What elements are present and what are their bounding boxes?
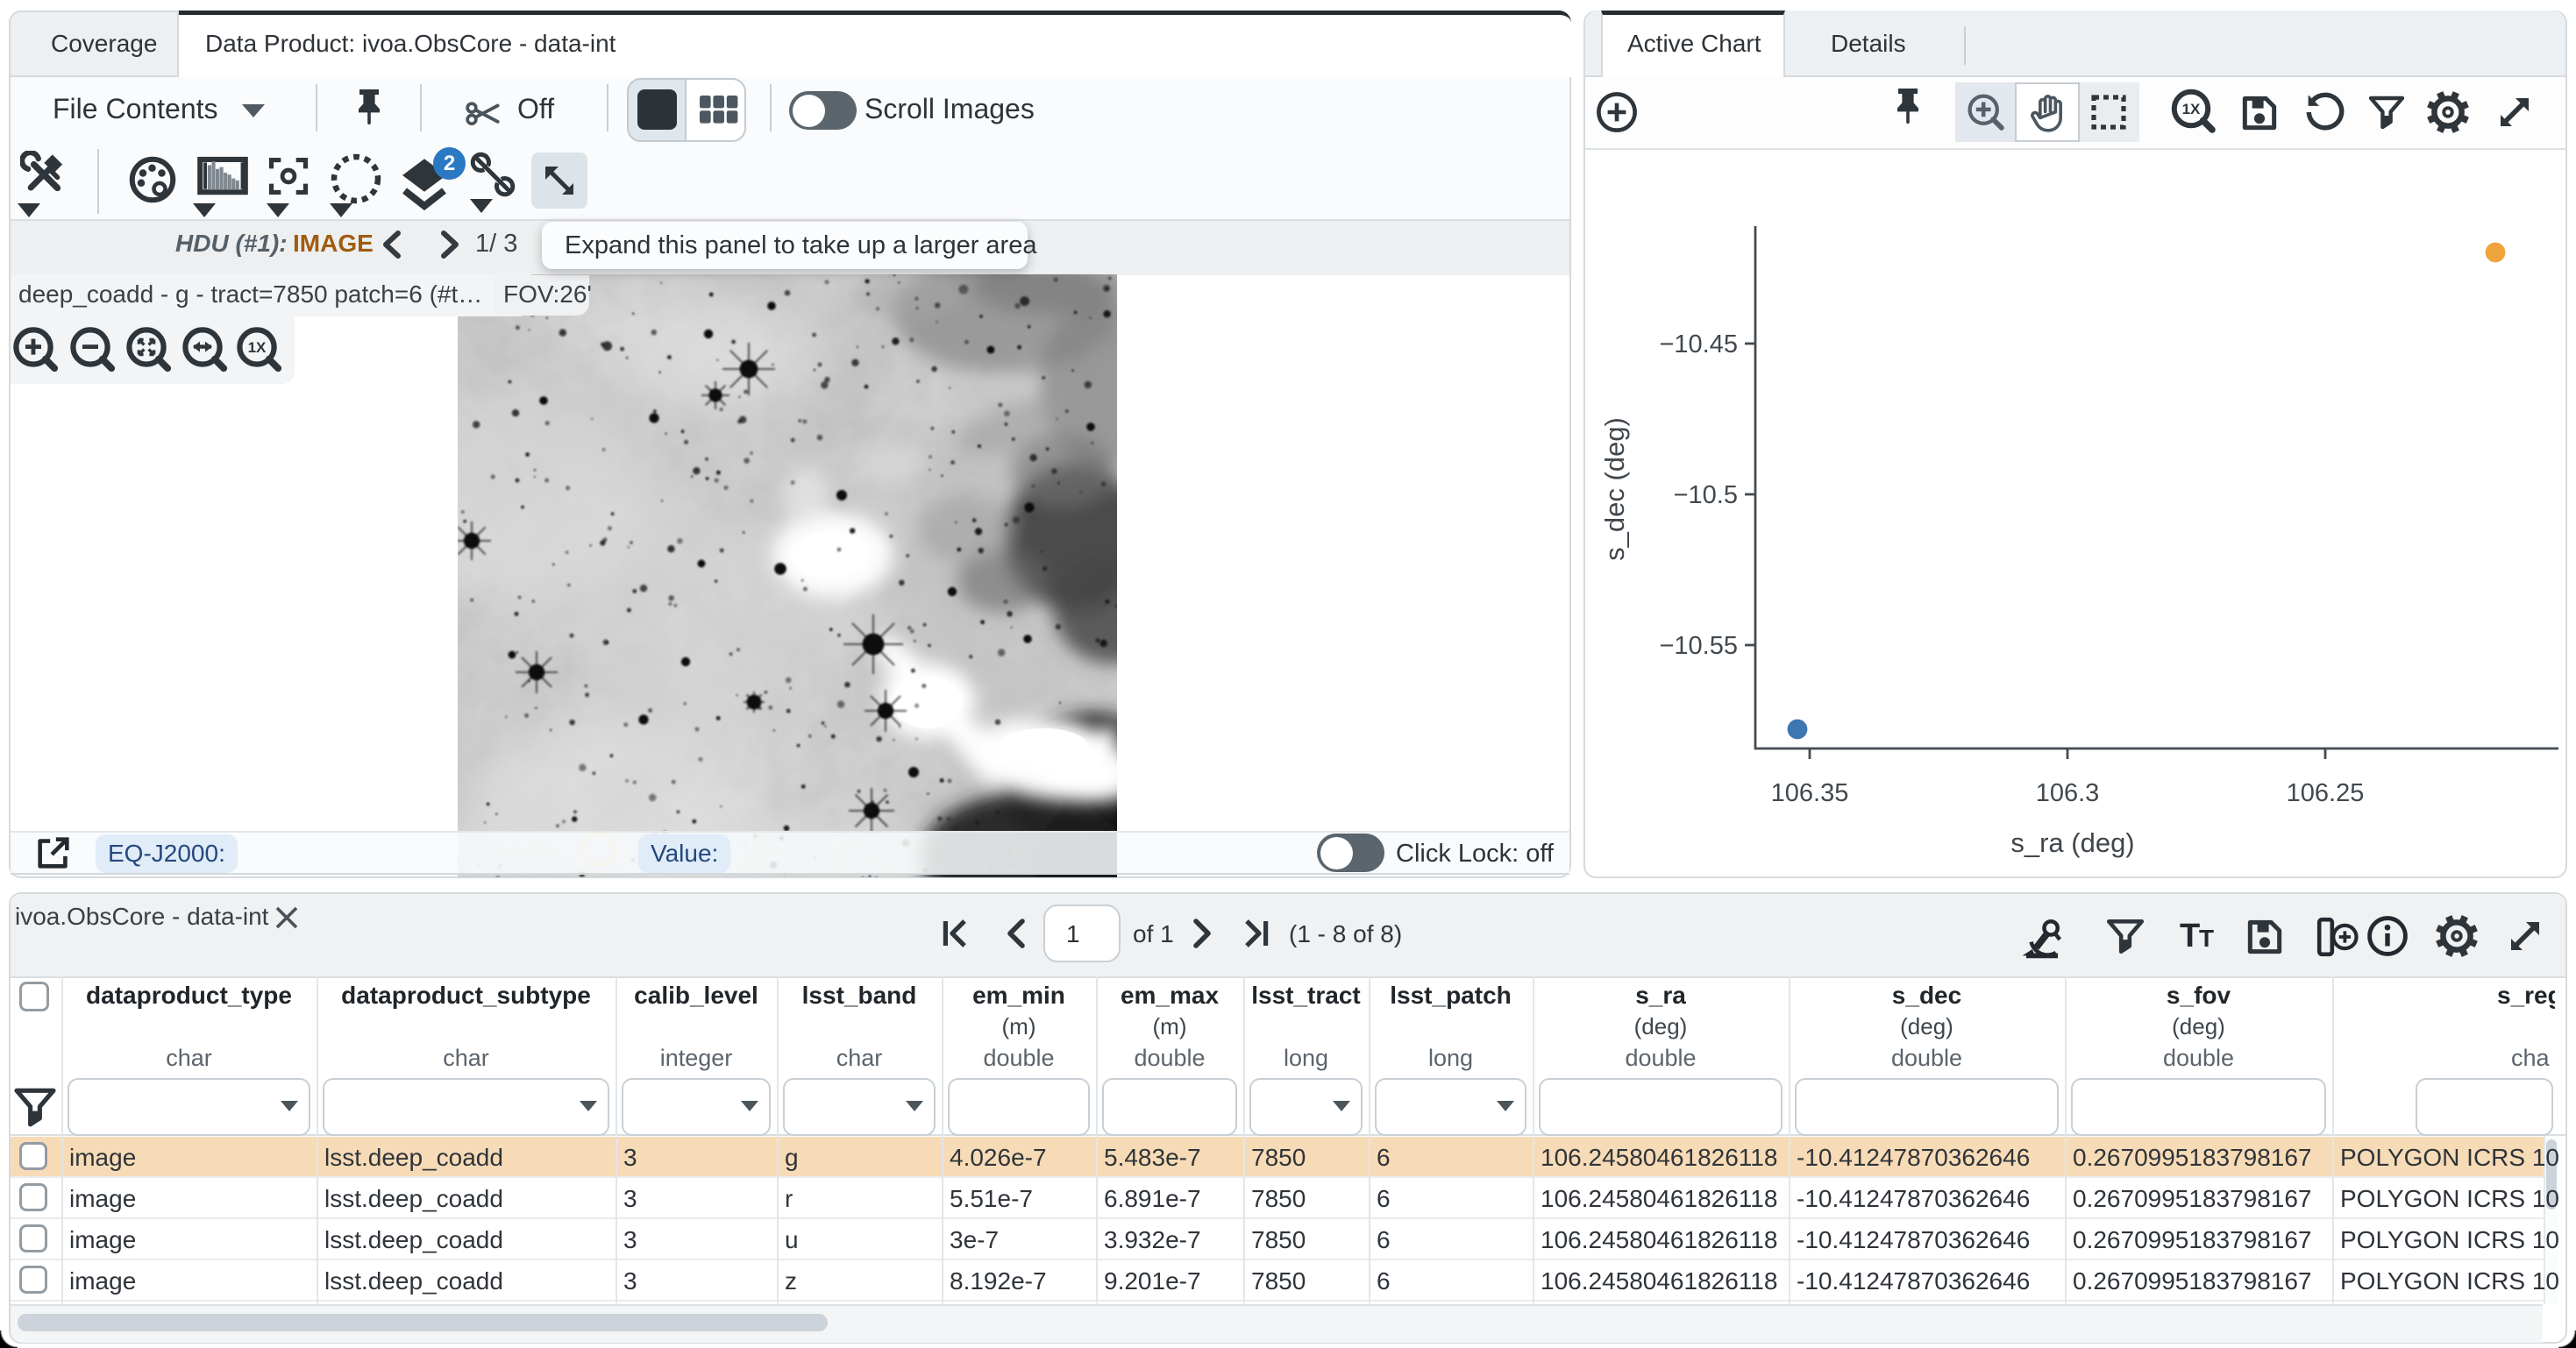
svg-text:106.3: 106.3 — [2036, 779, 2100, 807]
svg-text:−10.5: −10.5 — [1674, 481, 1738, 509]
svg-text:1X: 1X — [248, 340, 267, 357]
svg-text:s_dec (deg): s_dec (deg) — [1599, 417, 1630, 561]
svg-text:1X: 1X — [2182, 101, 2201, 117]
svg-text:106.35: 106.35 — [1771, 779, 1849, 807]
svg-text:106.25: 106.25 — [2287, 779, 2365, 807]
svg-text:T: T — [2180, 918, 2200, 954]
svg-text:−10.45: −10.45 — [1659, 330, 1738, 358]
svg-text:−10.55: −10.55 — [1659, 632, 1738, 660]
svg-text:T: T — [2199, 925, 2214, 952]
svg-text:s_ra (deg): s_ra (deg) — [2010, 827, 2134, 858]
